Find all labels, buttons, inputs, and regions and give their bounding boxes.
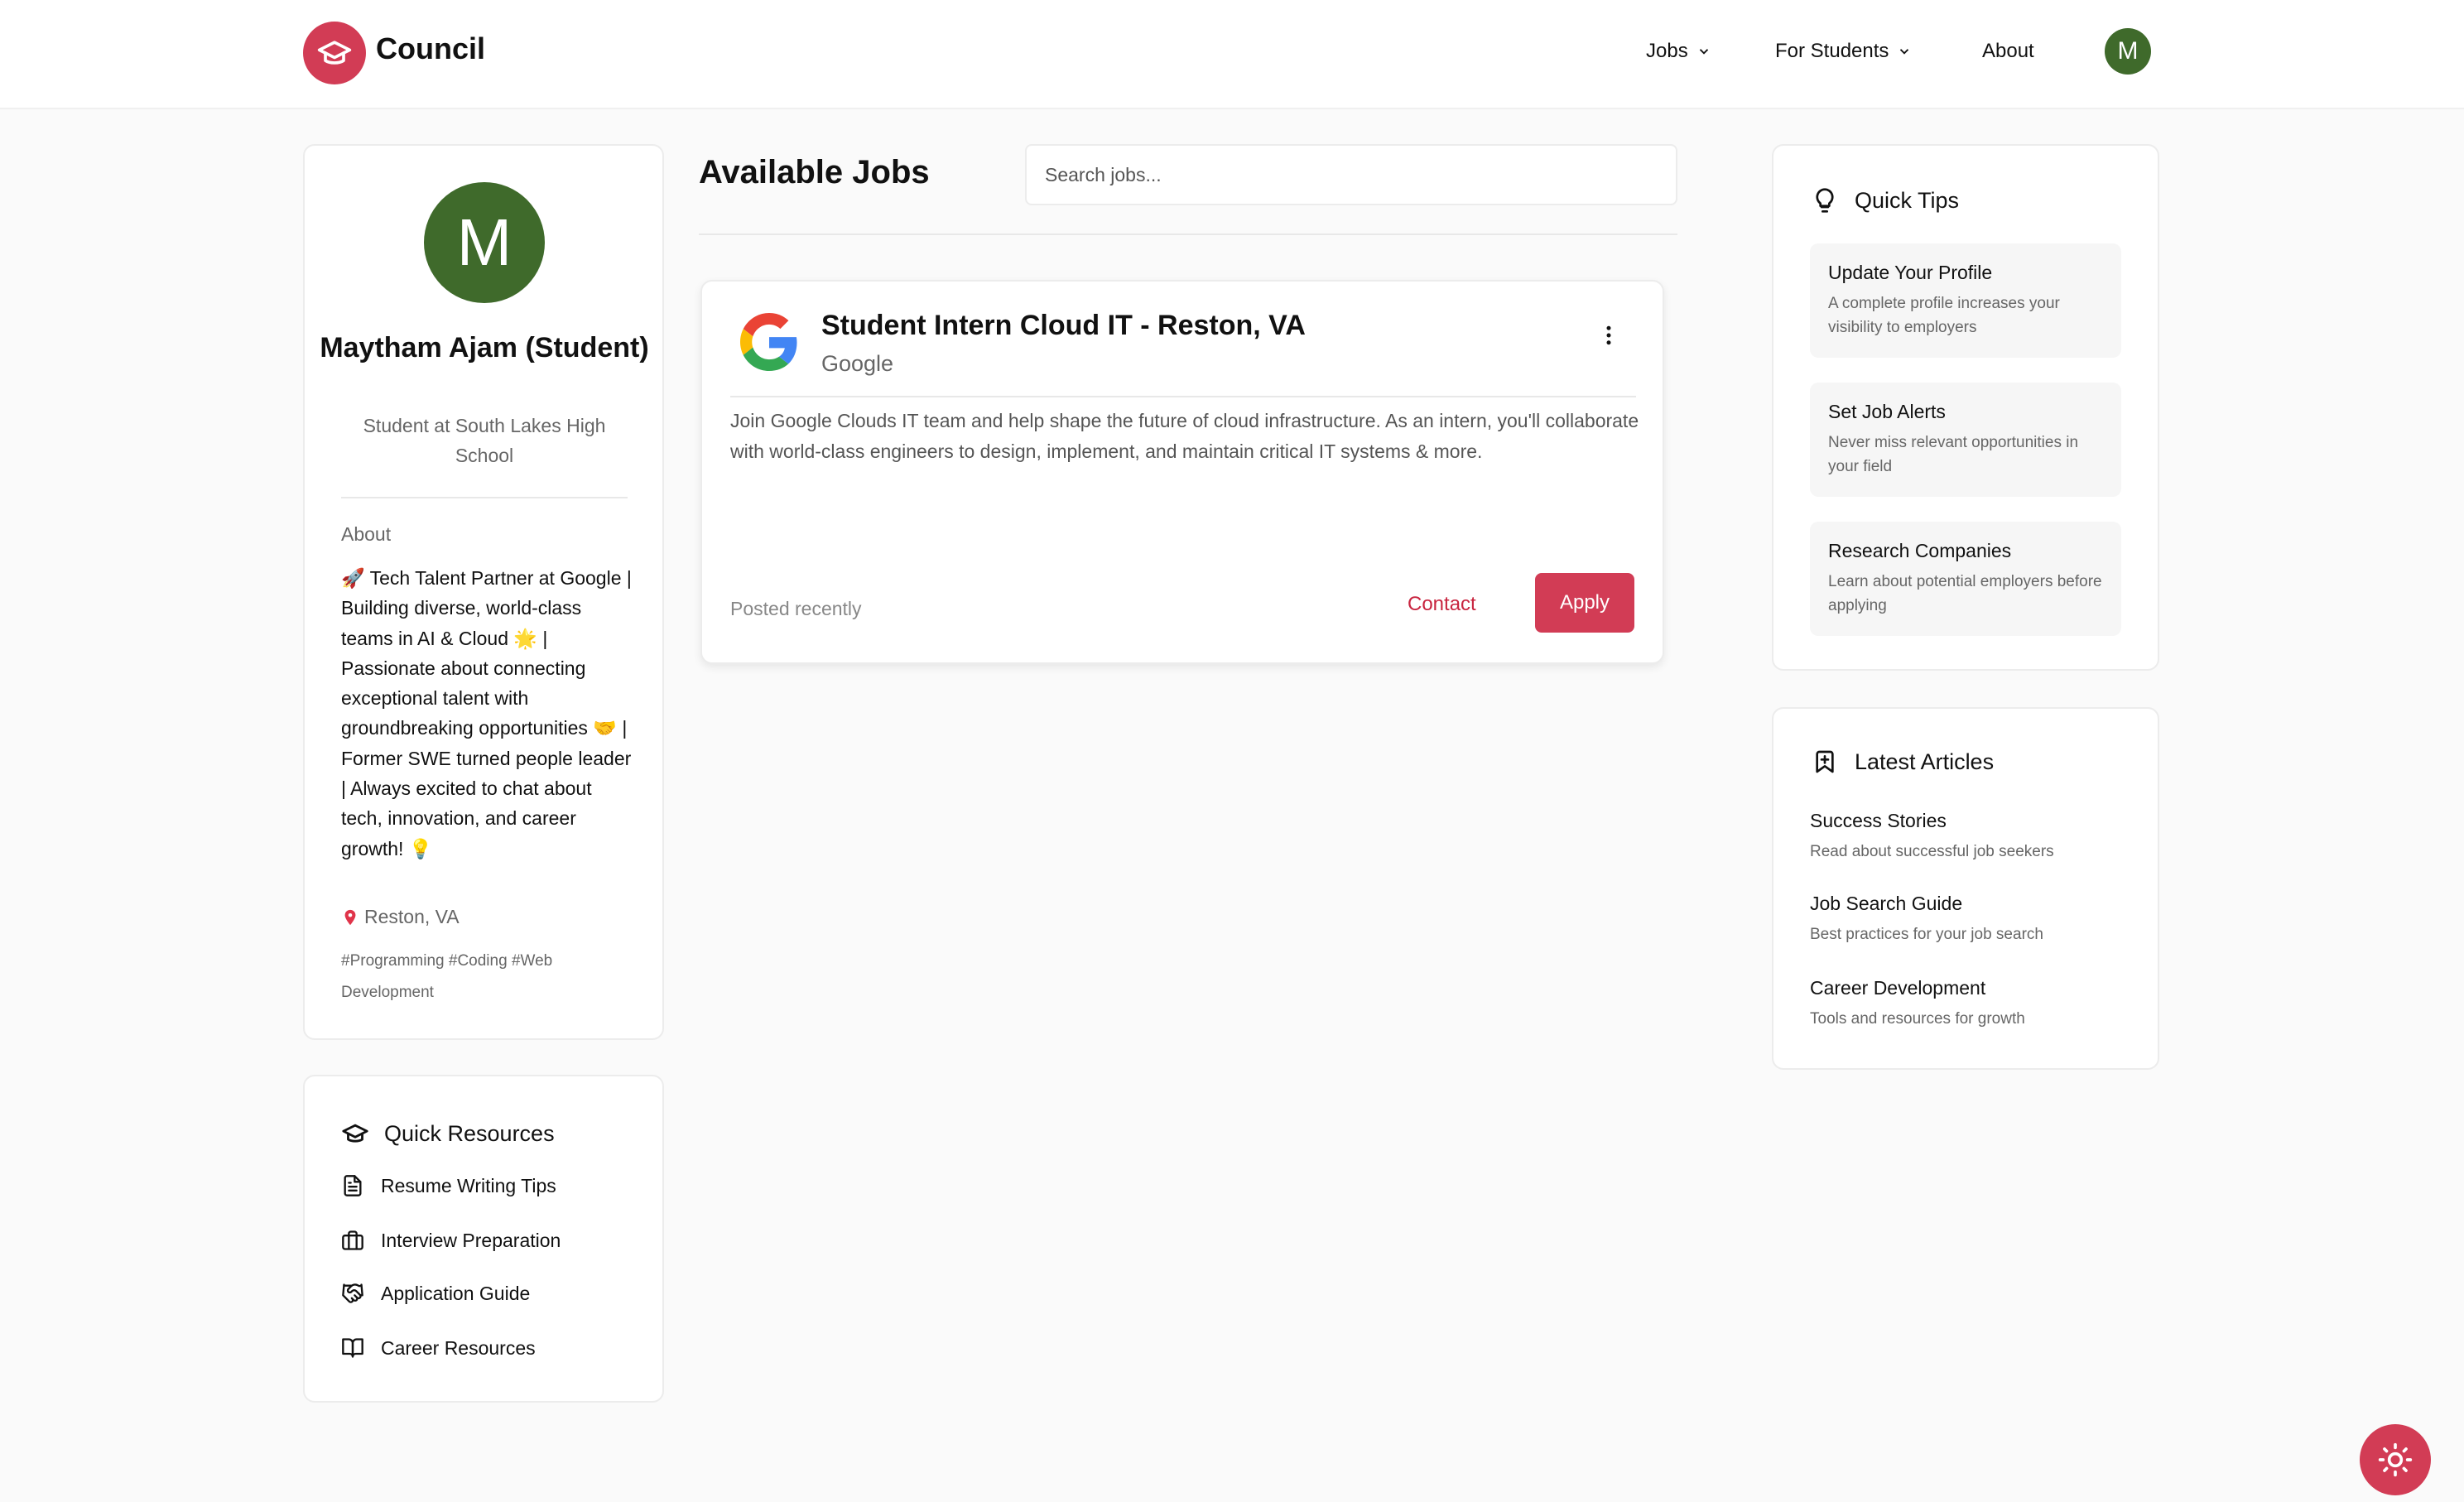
- resource-label: Application Guide: [381, 1282, 531, 1304]
- profile-subtitle: Student at South Lakes High School: [363, 415, 606, 466]
- resource-label: Interview Preparation: [381, 1229, 561, 1251]
- tip-title: Update Your Profile: [1828, 262, 1993, 283]
- job-title[interactable]: Student Intern Cloud IT - Reston, VA: [821, 310, 1306, 342]
- resource-item-application-guide[interactable]: Application Guide: [341, 1282, 530, 1305]
- about-label: About: [341, 523, 392, 545]
- job-description: Join Google Clouds IT team and help shap…: [730, 410, 1639, 462]
- lightbulb-icon: [1816, 188, 1834, 213]
- main-divider: [699, 233, 1677, 235]
- quick-tips-card: Quick Tips Update Your Profile A complet…: [1772, 144, 2159, 671]
- resource-item-resume-writing-tips[interactable]: Resume Writing Tips: [341, 1174, 556, 1197]
- bookmark-plus-icon: [1816, 750, 1834, 773]
- more-options-icon[interactable]: [1596, 323, 1621, 348]
- article-description: Read about successful job seekers: [1810, 843, 2054, 860]
- about-text: 🚀 Tech Talent Partner at Google | Buildi…: [341, 567, 632, 859]
- contact-button[interactable]: Contact: [1408, 593, 1476, 616]
- profile-card: M Maytham Ajam (Student) Student at Sout…: [303, 144, 664, 1040]
- resource-item-career-resources[interactable]: Career Resources: [341, 1336, 536, 1360]
- profile-tags: #Programming #Coding #Web Development: [341, 952, 553, 1001]
- article-title[interactable]: Career Development: [1810, 977, 1985, 999]
- latest-articles-label: Latest Articles: [1855, 749, 1995, 774]
- nav-for-students-menu[interactable]: For Students: [1775, 40, 1912, 63]
- quick-resources-card: Quick Resources Resume Writing Tips Inte…: [303, 1075, 664, 1403]
- quick-resources-label: Quick Resources: [384, 1120, 555, 1146]
- resource-label: Career Resources: [381, 1336, 536, 1359]
- latest-articles-title: Latest Articles: [1812, 749, 1994, 775]
- location: Reston, VA: [341, 906, 460, 928]
- profile-name: Maytham Ajam (Student): [320, 332, 649, 363]
- article-description: Tools and resources for growth: [1810, 1010, 2025, 1028]
- book-icon: [342, 1338, 363, 1358]
- briefcase-icon: [342, 1230, 363, 1250]
- tip-description: Learn about potential employers before a…: [1828, 573, 2102, 614]
- quick-tips-label: Quick Tips: [1855, 187, 1960, 213]
- google-logo-icon: [740, 313, 797, 371]
- article-title[interactable]: Job Search Guide: [1810, 893, 1962, 915]
- location-text: Reston, VA: [364, 906, 460, 927]
- quick-tips-title: Quick Tips: [1812, 187, 1959, 214]
- nav-jobs-label: Jobs: [1646, 40, 1688, 62]
- tip-title: Set Job Alerts: [1828, 401, 1946, 422]
- location-pin-icon: [344, 909, 356, 925]
- tip-item[interactable]: Set Job Alerts Never miss relevant oppor…: [1810, 383, 2121, 497]
- nav-for-students-label: For Students: [1775, 40, 1889, 62]
- page-title: Available Jobs: [699, 154, 930, 190]
- job-posted-date: Posted recently: [730, 598, 862, 619]
- chevron-down-icon: [1900, 49, 1909, 55]
- nav-about-link[interactable]: About: [1982, 40, 2034, 63]
- document-icon: [344, 1175, 362, 1196]
- apply-button[interactable]: Apply: [1535, 573, 1634, 633]
- tip-title: Research Companies: [1828, 540, 2012, 561]
- nav-jobs-menu[interactable]: Jobs: [1646, 40, 1711, 63]
- article-title[interactable]: Success Stories: [1810, 810, 1947, 832]
- quick-resources-title: Quick Resources: [341, 1119, 555, 1148]
- resource-item-interview-preparation[interactable]: Interview Preparation: [341, 1229, 561, 1252]
- graduation-cap-icon: [342, 1124, 368, 1143]
- top-navbar: Council Jobs For Students About M: [0, 0, 2464, 109]
- brand-name[interactable]: Council: [376, 31, 485, 66]
- job-card-divider: [730, 396, 1636, 397]
- chevron-down-icon: [1699, 49, 1708, 55]
- theme-toggle-button[interactable]: [2360, 1424, 2431, 1495]
- profile-avatar: M: [424, 182, 545, 303]
- tip-item[interactable]: Research Companies Learn about potential…: [1810, 522, 2121, 636]
- job-company: Google: [821, 351, 894, 376]
- profile-divider: [341, 497, 628, 498]
- latest-articles-card: Latest Articles Success Stories Read abo…: [1772, 707, 2159, 1070]
- handshake-icon: [342, 1283, 363, 1303]
- search-input[interactable]: [1025, 144, 1677, 205]
- tip-description: A complete profile increases your visibi…: [1828, 295, 2060, 336]
- tip-description: Never miss relevant opportunities in you…: [1828, 434, 2079, 475]
- resource-label: Resume Writing Tips: [381, 1174, 556, 1196]
- job-card[interactable]: Student Intern Cloud IT - Reston, VA Goo…: [700, 280, 1664, 664]
- logo-graduation-cap-icon[interactable]: [303, 22, 366, 84]
- article-description: Best practices for your job search: [1810, 926, 2043, 943]
- tip-item[interactable]: Update Your Profile A complete profile i…: [1810, 243, 2121, 358]
- user-avatar[interactable]: M: [2105, 28, 2151, 75]
- sun-icon: [2378, 1442, 2413, 1477]
